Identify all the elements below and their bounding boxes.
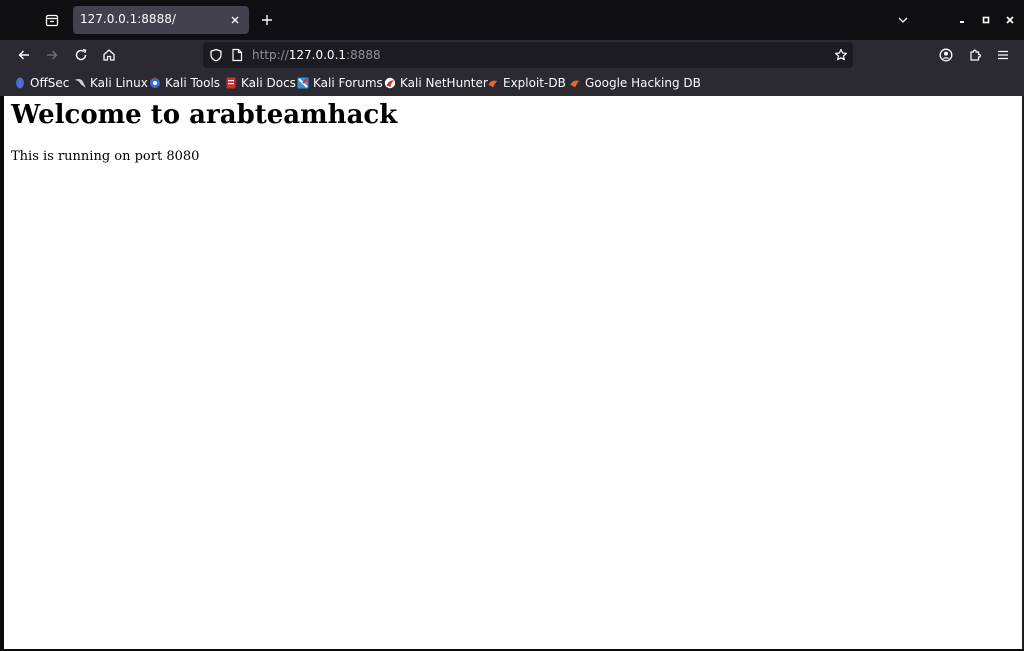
ghdb-icon xyxy=(570,80,580,88)
close-icon xyxy=(231,16,239,24)
bookmark-kali-linux[interactable]: Kali Linux xyxy=(74,75,148,91)
bookmark-google-hacking-db[interactable]: Google Hacking DB xyxy=(569,75,701,91)
close-window-icon xyxy=(1006,16,1014,24)
shield-icon xyxy=(210,48,222,62)
arrow-left-icon xyxy=(18,50,29,60)
home-button[interactable] xyxy=(97,43,121,67)
minimize-icon xyxy=(960,21,964,23)
url-port: :8888 xyxy=(346,48,381,62)
home-icon xyxy=(103,49,115,61)
kali-tools-icon xyxy=(150,77,160,88)
star-icon[interactable] xyxy=(834,48,848,62)
bookmark-label: OffSec xyxy=(30,76,70,90)
bookmark-label: Kali NetHunter xyxy=(400,76,488,90)
bookmark-label: Kali Tools xyxy=(165,76,221,90)
exploit-db-icon xyxy=(488,80,498,88)
bookmark-label: Exploit-DB xyxy=(503,76,566,90)
account-icon xyxy=(939,48,953,62)
minimize-button[interactable] xyxy=(952,10,972,30)
page-paragraph: This is running on port 8080 xyxy=(11,149,200,164)
bookmark-label: Kali Forums xyxy=(313,76,383,90)
hamburger-menu-icon xyxy=(998,50,1008,60)
url-host: 127.0.0.1 xyxy=(288,48,347,62)
url-bar[interactable]: http://127.0.0.1:8888 xyxy=(203,42,853,68)
back-button[interactable] xyxy=(12,43,36,67)
app-menu-button[interactable] xyxy=(991,43,1015,67)
tab-strip: 127.0.0.1:8888/ xyxy=(0,0,1024,40)
list-all-tabs-button[interactable] xyxy=(893,10,913,30)
tab-close-button[interactable] xyxy=(227,12,243,28)
bookmark-exploit-db[interactable]: Exploit-DB xyxy=(487,75,566,91)
maximize-button[interactable] xyxy=(976,10,996,30)
url-scheme: http:// xyxy=(252,48,289,62)
kali-docs-icon xyxy=(226,77,236,89)
nethunter-icon xyxy=(384,77,396,89)
tab-title: 127.0.0.1:8888/ xyxy=(80,12,176,26)
puzzle-icon xyxy=(970,49,982,61)
window-left-border xyxy=(0,96,4,651)
new-tab-button[interactable] xyxy=(256,9,278,31)
reload-button[interactable] xyxy=(69,43,93,67)
firefox-view-icon xyxy=(45,14,59,27)
extensions-button[interactable] xyxy=(963,43,987,67)
offsec-icon xyxy=(16,77,24,89)
browser-window: 127.0.0.1:8888/ http://127.0.0.1:8888 Of… xyxy=(0,0,1024,651)
page-content: Welcome to arabteamhack This is running … xyxy=(4,96,1022,649)
close-window-button[interactable] xyxy=(1000,10,1020,30)
tab-active[interactable]: 127.0.0.1:8888/ xyxy=(73,6,249,34)
firefox-view-button[interactable] xyxy=(40,8,64,32)
navigation-toolbar: http://127.0.0.1:8888 xyxy=(0,40,1024,70)
page-icon xyxy=(232,48,243,62)
reload-icon xyxy=(75,48,87,61)
bookmark-label: Kali Docs xyxy=(241,76,296,90)
maximize-icon xyxy=(982,16,990,24)
arrow-right-icon xyxy=(47,50,58,60)
kali-forums-icon xyxy=(297,77,309,89)
kali-dragon-icon xyxy=(75,78,86,88)
bookmark-kali-nethunter[interactable]: Kali NetHunter xyxy=(384,75,488,91)
url-text: http://127.0.0.1:8888 xyxy=(252,48,381,62)
account-button[interactable] xyxy=(934,43,958,67)
bookmark-label: Google Hacking DB xyxy=(585,76,701,90)
plus-icon xyxy=(262,15,272,25)
bookmark-label: Kali Linux xyxy=(90,76,148,90)
bookmark-kali-docs[interactable]: Kali Docs xyxy=(225,75,296,91)
bookmarks-toolbar: OffSec Kali Linux Kali Tools Kali Docs K… xyxy=(0,70,1024,96)
page-heading: Welcome to arabteamhack xyxy=(11,100,398,130)
bookmark-kali-tools[interactable]: Kali Tools xyxy=(149,75,220,91)
bookmark-offsec[interactable]: OffSec xyxy=(14,75,69,91)
forward-button[interactable] xyxy=(40,43,64,67)
chevron-down-icon xyxy=(898,17,908,23)
bookmark-kali-forums[interactable]: Kali Forums xyxy=(297,75,383,91)
